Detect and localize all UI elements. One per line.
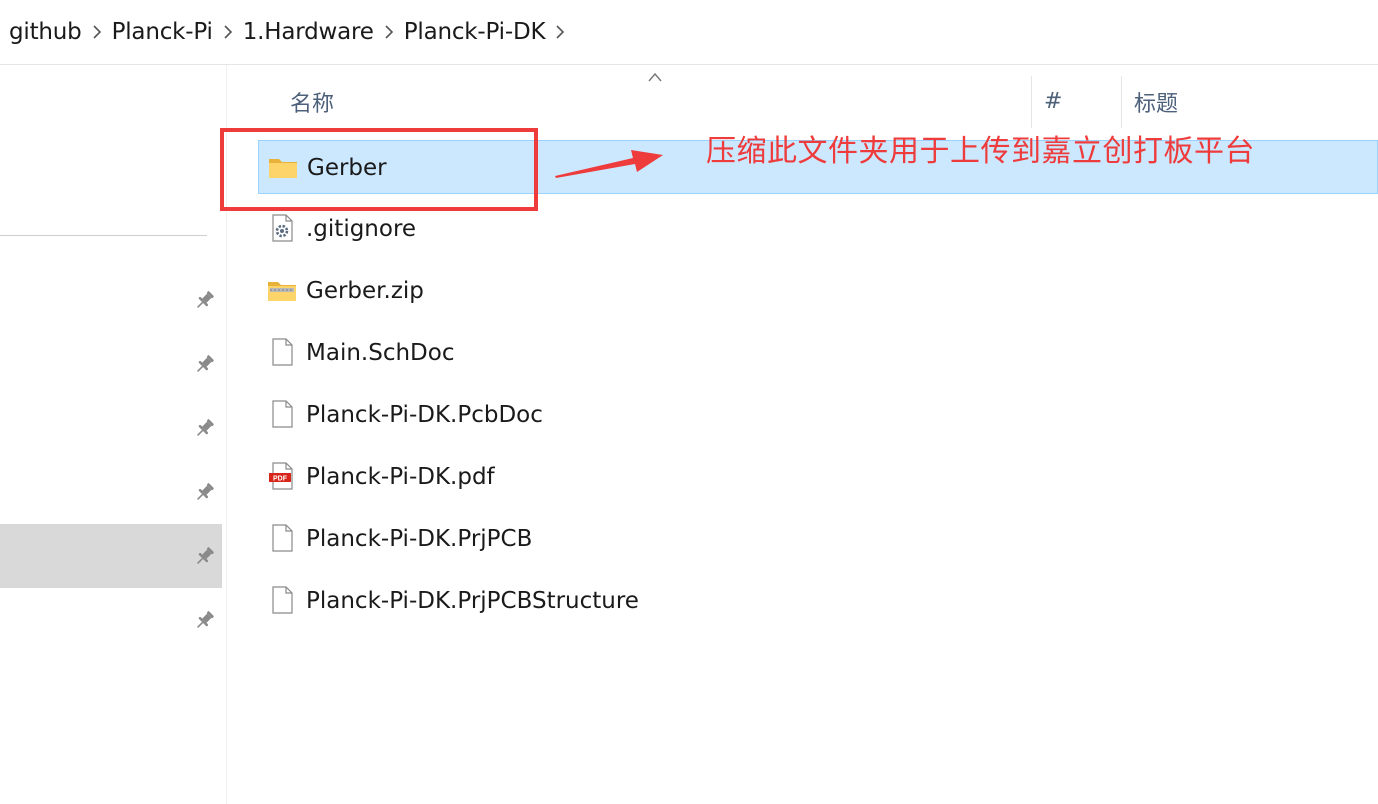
nav-divider	[0, 235, 207, 236]
breadcrumb-item-planck-pi-dk[interactable]: Planck-Pi-DK	[404, 19, 546, 45]
file-row[interactable]: Planck-Pi-DK.PcbDoc	[258, 388, 1378, 442]
sort-ascending-icon	[648, 72, 662, 82]
breadcrumb: github Planck-Pi 1.Hardware Planck-Pi-DK	[0, 0, 1378, 64]
pin-icon[interactable]	[193, 608, 217, 632]
chevron-right-icon[interactable]	[82, 0, 112, 64]
annotation-arrow-icon	[555, 150, 663, 178]
file-name: Planck-Pi-DK.PcbDoc	[306, 402, 543, 428]
file-name: Main.SchDoc	[306, 340, 455, 366]
file-icon	[272, 338, 293, 366]
file-icon	[272, 400, 293, 428]
annotation-text: 压缩此文件夹用于上传到嘉立创打板平台	[706, 134, 1255, 169]
chevron-right-icon[interactable]	[374, 0, 404, 64]
file-row[interactable]: Main.SchDoc	[258, 326, 1378, 380]
file-row[interactable]: PDF Planck-Pi-DK.pdf	[258, 450, 1378, 504]
quick-access-item[interactable]	[0, 332, 222, 396]
quick-access-item[interactable]	[0, 396, 222, 460]
pin-icon[interactable]	[193, 480, 217, 504]
quick-access-item[interactable]	[0, 588, 222, 652]
file-row[interactable]: Planck-Pi-DK.PrjPCB	[258, 512, 1378, 566]
column-separator[interactable]	[1031, 76, 1032, 128]
annotation-highlight-box	[220, 128, 538, 211]
file-icon	[272, 586, 293, 614]
file-icon	[272, 524, 293, 552]
breadcrumb-item-planck-pi[interactable]: Planck-Pi	[112, 19, 213, 45]
file-name: Planck-Pi-DK.pdf	[306, 464, 495, 490]
breadcrumb-item-github[interactable]: github	[9, 19, 82, 45]
quick-access-item[interactable]	[0, 268, 222, 332]
pin-icon[interactable]	[193, 288, 217, 312]
file-row[interactable]: Planck-Pi-DK.PrjPCBStructure	[258, 574, 1378, 628]
svg-text:PDF: PDF	[273, 476, 288, 483]
quick-access-item[interactable]	[0, 460, 222, 524]
quick-access-item-selected[interactable]	[0, 524, 222, 588]
column-separator[interactable]	[1121, 76, 1122, 128]
zip-folder-icon	[268, 282, 296, 301]
breadcrumb-item-hardware[interactable]: 1.Hardware	[243, 19, 374, 45]
navigation-pane	[0, 65, 226, 804]
chevron-right-icon[interactable]	[545, 0, 575, 64]
pin-icon[interactable]	[193, 544, 217, 568]
file-name: Gerber.zip	[306, 278, 424, 304]
file-name: Planck-Pi-DK.PrjPCB	[306, 526, 533, 552]
pin-icon[interactable]	[193, 416, 217, 440]
chevron-right-icon[interactable]	[213, 0, 243, 64]
settings-file-icon	[272, 214, 293, 242]
pin-icon[interactable]	[193, 352, 217, 376]
pdf-icon: PDF	[269, 462, 293, 490]
file-name: Planck-Pi-DK.PrjPCBStructure	[306, 588, 639, 614]
file-row[interactable]: Gerber.zip	[258, 264, 1378, 318]
